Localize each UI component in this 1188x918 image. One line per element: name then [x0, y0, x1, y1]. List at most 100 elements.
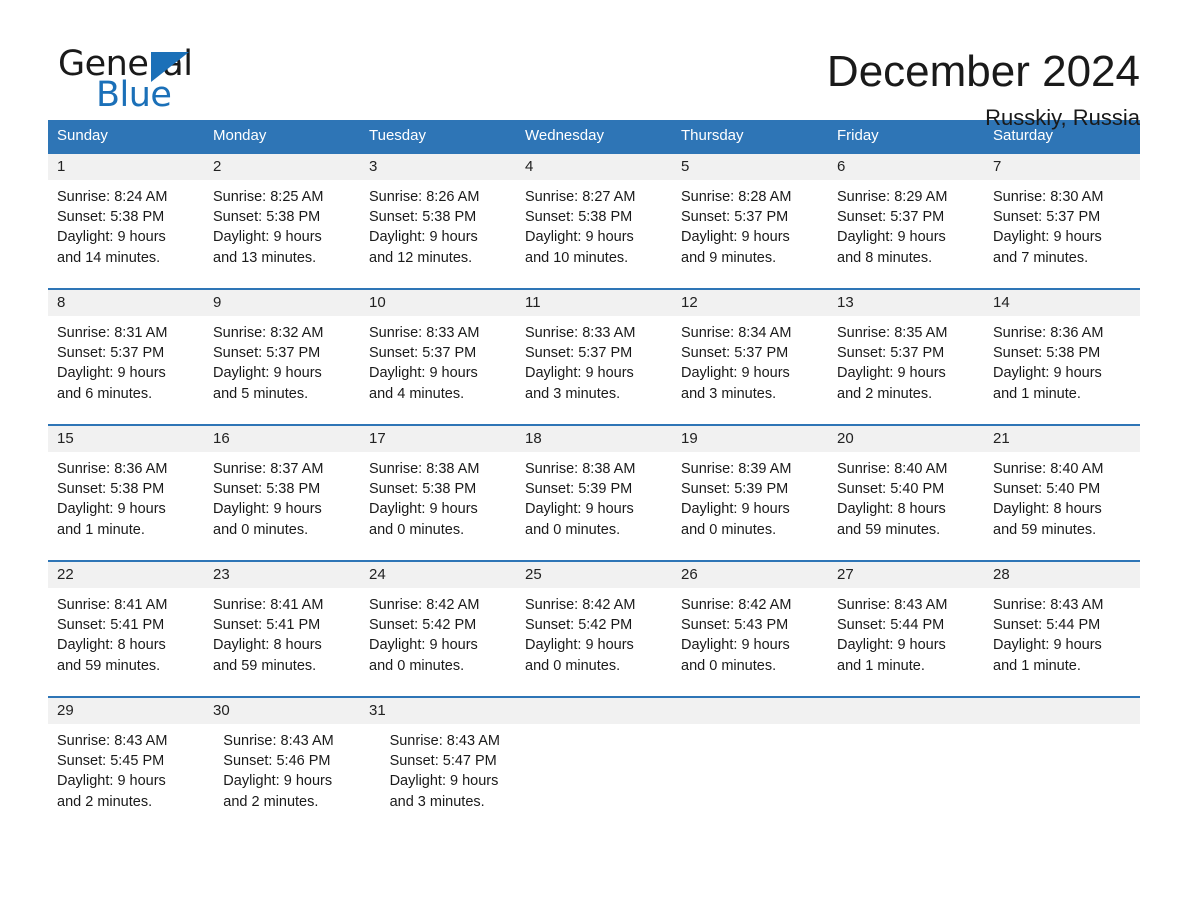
sunset-text: Sunset: 5:38 PM: [213, 481, 321, 498]
day-cell[interactable]: Sunrise: 8:36 AM Sunset: 5:38 PM Dayligh…: [984, 316, 1140, 424]
day-cell[interactable]: Sunrise: 8:33 AM Sunset: 5:37 PM Dayligh…: [516, 316, 672, 424]
empty-day-cell: [992, 724, 1140, 832]
daylight-text-line2: and 1 minute.: [993, 385, 1081, 402]
day-cell[interactable]: Sunrise: 8:41 AM Sunset: 5:41 PM Dayligh…: [204, 588, 360, 696]
day-number[interactable]: 18: [516, 426, 672, 452]
day-number[interactable]: 21: [984, 426, 1140, 452]
day-number[interactable]: 4: [516, 154, 672, 180]
day-number[interactable]: 16: [204, 426, 360, 452]
week-detail-row: Sunrise: 8:36 AM Sunset: 5:38 PM Dayligh…: [48, 452, 1140, 560]
day-number[interactable]: 15: [48, 426, 204, 452]
sunrise-text: Sunrise: 8:32 AM: [213, 325, 324, 341]
empty-day-cell: [695, 724, 843, 832]
day-cell[interactable]: Sunrise: 8:42 AM Sunset: 5:43 PM Dayligh…: [672, 588, 828, 696]
day-cell[interactable]: Sunrise: 8:27 AM Sunset: 5:38 PM Dayligh…: [516, 180, 672, 288]
calendar-grid: Sunday Monday Tuesday Wednesday Thursday…: [48, 120, 1140, 832]
day-cell[interactable]: Sunrise: 8:40 AM Sunset: 5:40 PM Dayligh…: [984, 452, 1140, 560]
page-title: December 2024: [826, 47, 1140, 96]
day-cell[interactable]: Sunrise: 8:25 AM Sunset: 5:38 PM Dayligh…: [204, 180, 360, 288]
day-cell[interactable]: Sunrise: 8:30 AM Sunset: 5:37 PM Dayligh…: [984, 180, 1140, 288]
day-cell[interactable]: Sunrise: 8:43 AM Sunset: 5:45 PM Dayligh…: [48, 724, 214, 832]
daylight-text-line2: and 2 minutes.: [223, 793, 319, 810]
day-cell[interactable]: Sunrise: 8:32 AM Sunset: 5:37 PM Dayligh…: [204, 316, 360, 424]
daylight-text-line1: Daylight: 9 hours: [837, 229, 946, 246]
sunrise-text: Sunrise: 8:41 AM: [213, 597, 324, 613]
week-detail-row: Sunrise: 8:41 AM Sunset: 5:41 PM Dayligh…: [48, 588, 1140, 696]
sunrise-text: Sunrise: 8:41 AM: [57, 597, 168, 613]
sunset-text: Sunset: 5:45 PM: [57, 753, 165, 770]
daylight-text-line2: and 1 minute.: [993, 657, 1081, 674]
sunset-text: Sunset: 5:38 PM: [57, 209, 165, 226]
day-cell[interactable]: Sunrise: 8:36 AM Sunset: 5:38 PM Dayligh…: [48, 452, 204, 560]
day-cell[interactable]: Sunrise: 8:43 AM Sunset: 5:47 PM Dayligh…: [381, 724, 547, 832]
dow-wednesday: Wednesday: [525, 127, 604, 144]
daylight-text-line1: Daylight: 9 hours: [993, 229, 1102, 246]
day-number[interactable]: 31: [360, 698, 516, 724]
sunset-text: Sunset: 5:39 PM: [525, 481, 633, 498]
daylight-text-line1: Daylight: 9 hours: [837, 365, 946, 382]
day-cell[interactable]: Sunrise: 8:37 AM Sunset: 5:38 PM Dayligh…: [204, 452, 360, 560]
week-detail-row: Sunrise: 8:31 AM Sunset: 5:37 PM Dayligh…: [48, 316, 1140, 424]
day-number[interactable]: 2: [204, 154, 360, 180]
daylight-text-line1: Daylight: 9 hours: [213, 365, 322, 382]
sunrise-text: Sunrise: 8:37 AM: [213, 461, 324, 477]
sunset-text: Sunset: 5:41 PM: [57, 617, 165, 634]
day-cell[interactable]: Sunrise: 8:38 AM Sunset: 5:39 PM Dayligh…: [516, 452, 672, 560]
daylight-text-line1: Daylight: 9 hours: [213, 229, 322, 246]
day-cell[interactable]: Sunrise: 8:40 AM Sunset: 5:40 PM Dayligh…: [828, 452, 984, 560]
daylight-text-line2: and 0 minutes.: [525, 657, 621, 674]
day-number[interactable]: 11: [516, 290, 672, 316]
day-number[interactable]: 30: [204, 698, 360, 724]
day-number[interactable]: 20: [828, 426, 984, 452]
day-cell[interactable]: Sunrise: 8:39 AM Sunset: 5:39 PM Dayligh…: [672, 452, 828, 560]
day-cell[interactable]: Sunrise: 8:33 AM Sunset: 5:37 PM Dayligh…: [360, 316, 516, 424]
daylight-text-line2: and 10 minutes.: [525, 249, 629, 266]
day-number[interactable]: 26: [672, 562, 828, 588]
day-number[interactable]: 25: [516, 562, 672, 588]
daylight-text-line2: and 12 minutes.: [369, 249, 473, 266]
day-cell[interactable]: Sunrise: 8:31 AM Sunset: 5:37 PM Dayligh…: [48, 316, 204, 424]
day-cell[interactable]: Sunrise: 8:43 AM Sunset: 5:44 PM Dayligh…: [984, 588, 1140, 696]
day-cell[interactable]: Sunrise: 8:29 AM Sunset: 5:37 PM Dayligh…: [828, 180, 984, 288]
sunset-text: Sunset: 5:39 PM: [681, 481, 789, 498]
day-number[interactable]: 23: [204, 562, 360, 588]
daylight-text-line1: Daylight: 9 hours: [993, 637, 1102, 654]
day-number[interactable]: 19: [672, 426, 828, 452]
day-cell[interactable]: Sunrise: 8:35 AM Sunset: 5:37 PM Dayligh…: [828, 316, 984, 424]
day-number[interactable]: 22: [48, 562, 204, 588]
day-number[interactable]: 28: [984, 562, 1140, 588]
day-number[interactable]: 5: [672, 154, 828, 180]
day-number[interactable]: 14: [984, 290, 1140, 316]
sunrise-text: Sunrise: 8:31 AM: [57, 325, 168, 341]
day-number[interactable]: 29: [48, 698, 204, 724]
sunrise-text: Sunrise: 8:43 AM: [389, 733, 500, 749]
sunset-text: Sunset: 5:38 PM: [57, 481, 165, 498]
week-detail-row: Sunrise: 8:43 AM Sunset: 5:45 PM Dayligh…: [48, 724, 1140, 832]
day-cell[interactable]: Sunrise: 8:42 AM Sunset: 5:42 PM Dayligh…: [516, 588, 672, 696]
day-cell[interactable]: Sunrise: 8:43 AM Sunset: 5:46 PM Dayligh…: [214, 724, 380, 832]
day-number[interactable]: 24: [360, 562, 516, 588]
day-number[interactable]: 6: [828, 154, 984, 180]
day-number[interactable]: 7: [984, 154, 1140, 180]
day-cell[interactable]: Sunrise: 8:34 AM Sunset: 5:37 PM Dayligh…: [672, 316, 828, 424]
day-cell[interactable]: Sunrise: 8:43 AM Sunset: 5:44 PM Dayligh…: [828, 588, 984, 696]
day-number[interactable]: 9: [204, 290, 360, 316]
day-number[interactable]: 3: [360, 154, 516, 180]
day-number[interactable]: 10: [360, 290, 516, 316]
daylight-text-line2: and 0 minutes.: [213, 521, 309, 538]
day-number[interactable]: 8: [48, 290, 204, 316]
day-number[interactable]: 27: [828, 562, 984, 588]
day-cell[interactable]: Sunrise: 8:41 AM Sunset: 5:41 PM Dayligh…: [48, 588, 204, 696]
day-cell[interactable]: Sunrise: 8:38 AM Sunset: 5:38 PM Dayligh…: [360, 452, 516, 560]
day-cell[interactable]: Sunrise: 8:28 AM Sunset: 5:37 PM Dayligh…: [672, 180, 828, 288]
day-cell[interactable]: Sunrise: 8:24 AM Sunset: 5:38 PM Dayligh…: [48, 180, 204, 288]
day-number[interactable]: 17: [360, 426, 516, 452]
day-cell[interactable]: Sunrise: 8:26 AM Sunset: 5:38 PM Dayligh…: [360, 180, 516, 288]
daylight-text-line2: and 8 minutes.: [837, 249, 933, 266]
day-cell[interactable]: Sunrise: 8:42 AM Sunset: 5:42 PM Dayligh…: [360, 588, 516, 696]
daylight-text-line2: and 6 minutes.: [57, 385, 153, 402]
daylight-text-line2: and 0 minutes.: [369, 521, 465, 538]
day-number[interactable]: 1: [48, 154, 204, 180]
day-number[interactable]: 13: [828, 290, 984, 316]
day-number[interactable]: 12: [672, 290, 828, 316]
